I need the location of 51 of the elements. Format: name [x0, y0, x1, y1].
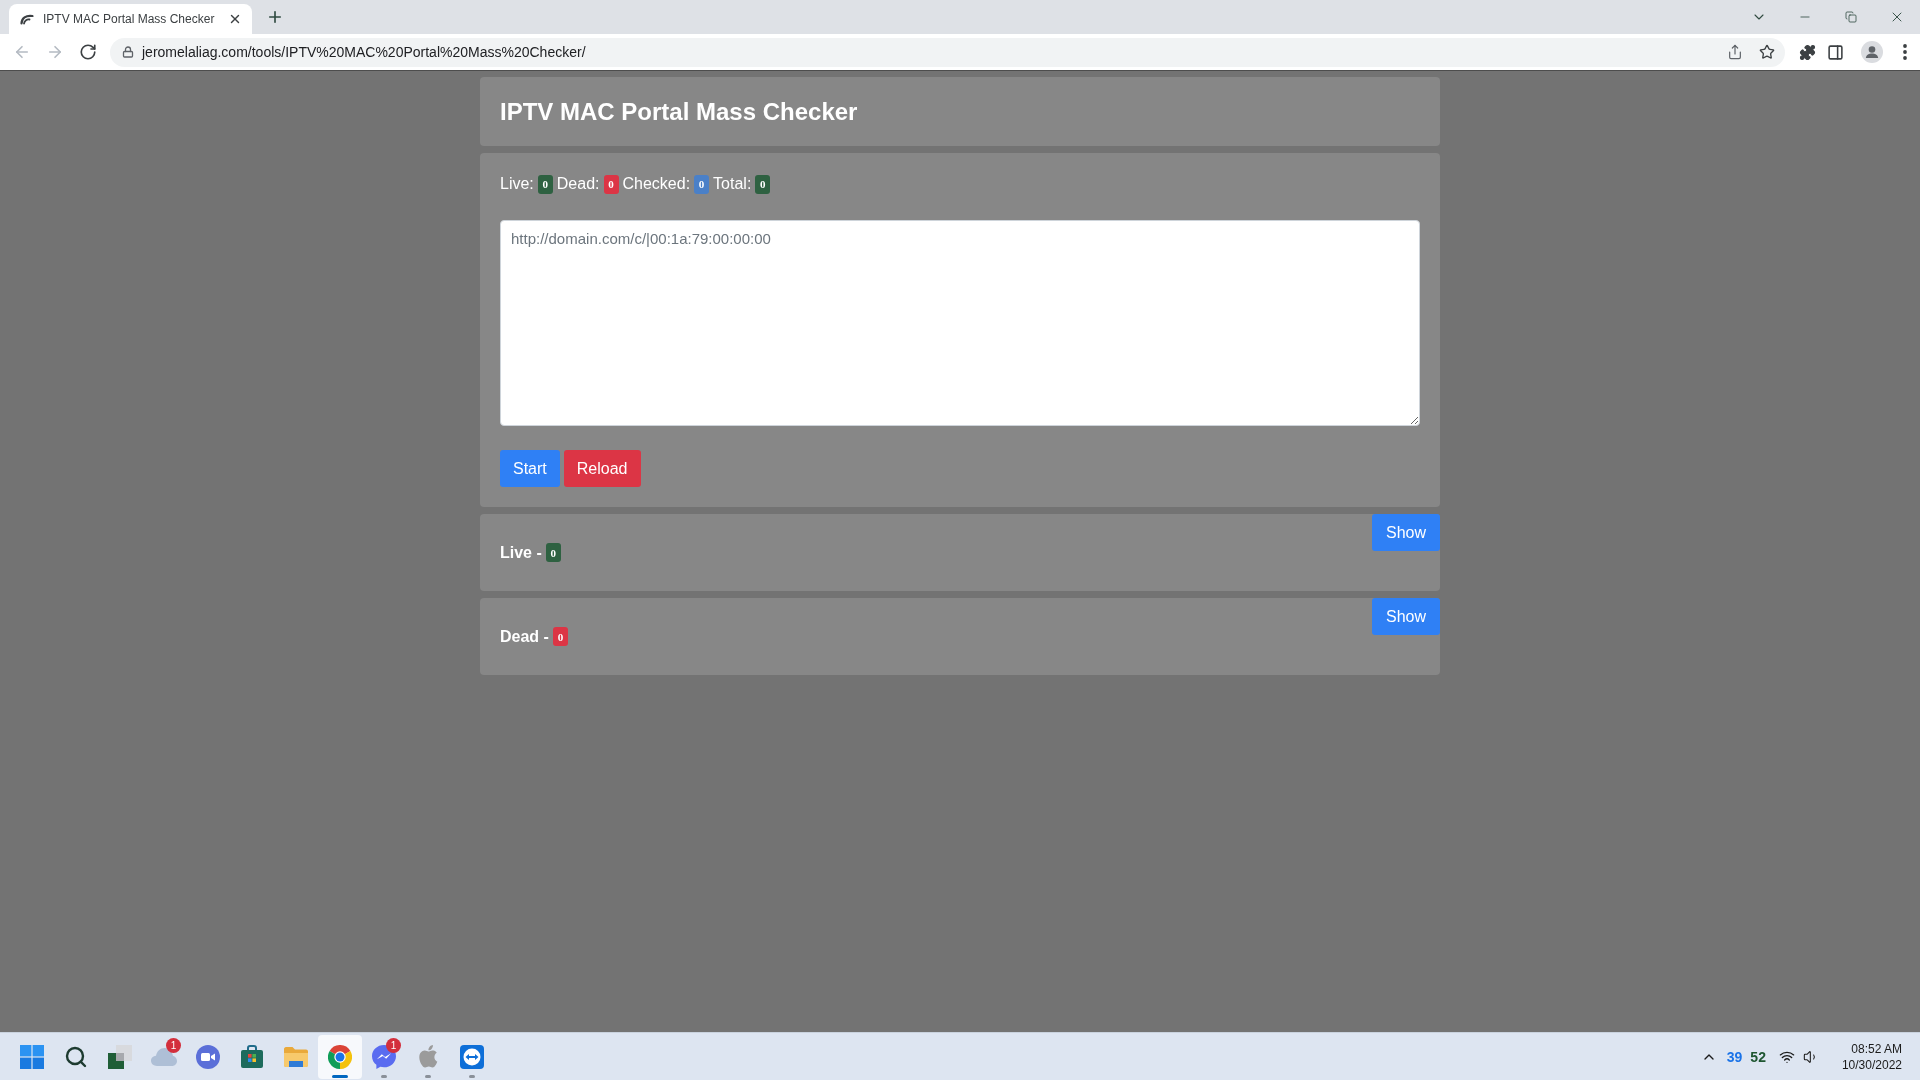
notification-badge: 1	[166, 1037, 181, 1053]
apple-icon	[418, 1044, 438, 1069]
count-badge: 0	[755, 174, 771, 194]
reload-button[interactable]: Reload	[563, 450, 641, 487]
portal-list-field[interactable]: http://domain.com/c/|00:1a:79:00:00:00	[500, 220, 1420, 426]
count-badge: 0	[603, 174, 619, 194]
lock-icon	[122, 46, 134, 58]
chat-app-button[interactable]: 1	[362, 1034, 406, 1079]
folder-icon	[284, 1046, 308, 1067]
search-icon	[64, 1044, 88, 1069]
reload-icon	[79, 43, 97, 61]
counter-label: Live:	[500, 175, 534, 193]
tray-reading[interactable]: 52	[1750, 1048, 1766, 1065]
counter-label: Dead:	[556, 175, 600, 193]
arrow-right-icon	[46, 43, 64, 61]
counter-label: Total:	[713, 175, 752, 193]
video-camera-icon	[196, 1044, 220, 1069]
shopping-bag-icon	[240, 1044, 264, 1069]
plus-icon	[266, 8, 284, 26]
squares-icon	[108, 1044, 132, 1069]
profile-button[interactable]	[1858, 38, 1886, 66]
curl-icon	[20, 13, 34, 25]
weather-button[interactable]: 1	[142, 1034, 186, 1079]
count-badge: 0	[694, 174, 710, 194]
show-button[interactable]: Show	[1371, 514, 1440, 551]
browser-button[interactable]	[318, 1034, 362, 1079]
share-icon	[1727, 44, 1743, 60]
browser-icon	[328, 1044, 352, 1069]
count-badge: 0	[552, 627, 568, 646]
results-title: Live -	[500, 543, 542, 562]
person-avatar-icon	[1861, 41, 1883, 63]
results-title: Dead -	[500, 627, 549, 646]
menu-icon	[1903, 44, 1907, 60]
browser-tab[interactable]: IPTV MAC Portal Mass Checker	[9, 4, 252, 34]
side-panel-icon	[1826, 43, 1844, 61]
cloud-icon	[151, 1047, 177, 1066]
notification-badge: 1	[386, 1037, 401, 1053]
tray-reading[interactable]: 39	[1726, 1048, 1743, 1065]
count-badge: 0	[537, 174, 553, 194]
start-button[interactable]: Start	[500, 450, 560, 487]
show-button[interactable]: Show	[1371, 598, 1440, 635]
count-badge: 0	[545, 543, 561, 562]
counter-label: Checked:	[622, 175, 691, 193]
star-icon	[1759, 44, 1775, 60]
close-icon	[228, 12, 242, 26]
restore-icon	[1845, 11, 1857, 23]
puzzle-icon	[1798, 43, 1816, 61]
address-bar[interactable]: jeromelaliag.com/tools/IPTV%20MAC%20Portal%20Mass%20Checker/	[110, 37, 1785, 67]
page-title: IPTV MAC Portal Mass Checker	[500, 97, 858, 126]
tiles-icon	[20, 1044, 44, 1069]
clock[interactable]: 08:52 AM 10/30/2022	[1841, 1041, 1902, 1072]
